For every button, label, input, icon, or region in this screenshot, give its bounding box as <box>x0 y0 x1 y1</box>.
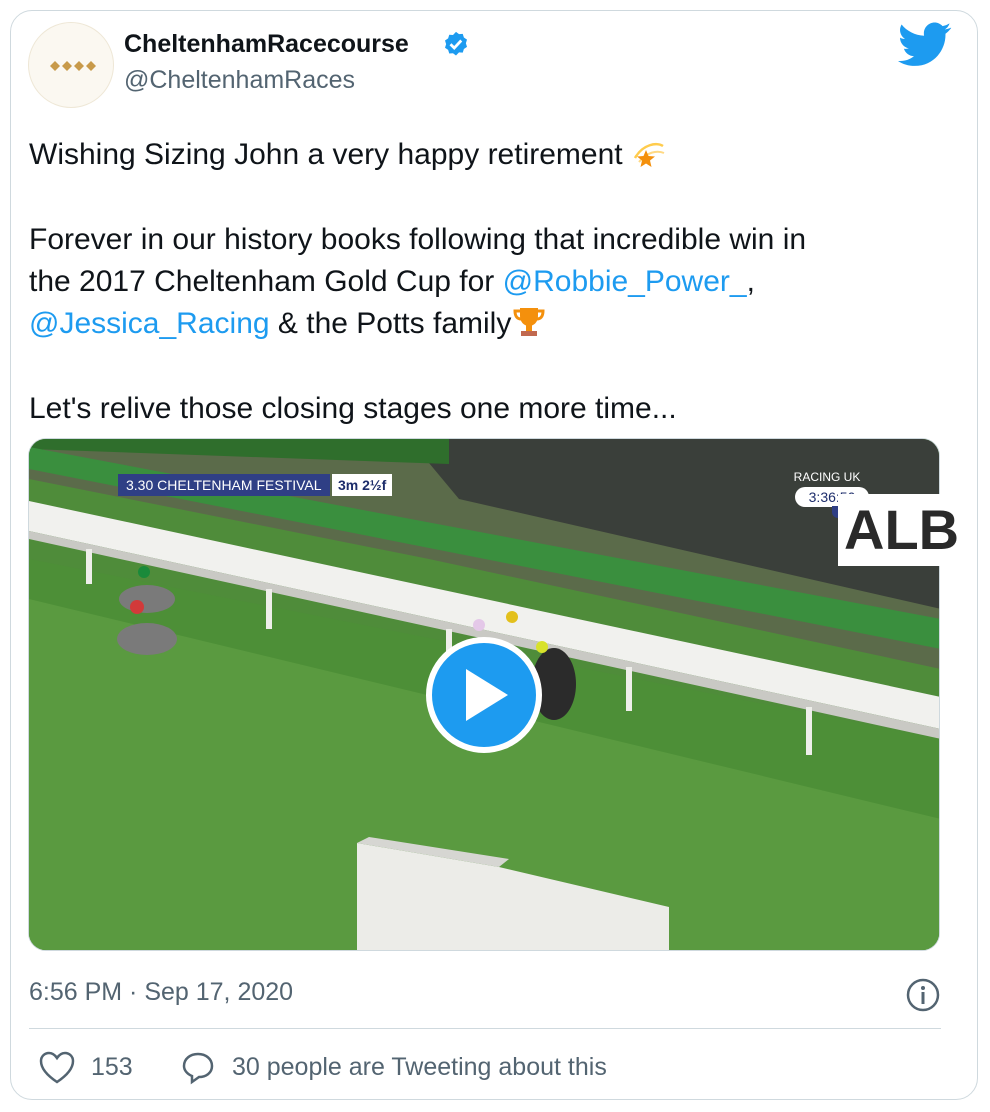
cheltenham-logo-icon <box>50 61 96 71</box>
mention-link[interactable]: @Jessica_Racing <box>29 307 270 340</box>
play-button[interactable] <box>426 637 542 753</box>
author-handle[interactable]: @CheltenhamRaces <box>124 66 355 95</box>
broadcaster-label: RACING UK <box>793 470 861 484</box>
divider <box>29 1028 941 1029</box>
race-overlay-title: 3.30 CHELTENHAM FESTIVAL <box>118 474 330 496</box>
tweet-line-2: Forever in our history books following t… <box>29 223 807 256</box>
dizzy-star-emoji-icon <box>633 142 665 167</box>
tweet-line-1: Wishing Sizing John a very happy retirem… <box>29 134 667 176</box>
mention-link[interactable]: @Robbie_Power_ <box>503 265 747 298</box>
avatar[interactable] <box>28 22 114 108</box>
tweet-text: Wishing Sizing John a very happy retirem… <box>29 138 623 171</box>
race-overlay-distance: 3m 2½f <box>332 474 393 496</box>
tweet-line-3: the 2017 Cheltenham Gold Cup for @Robbie… <box>29 261 755 303</box>
tweet-text: the 2017 Cheltenham Gold Cup for <box>29 265 503 298</box>
play-icon <box>466 669 508 721</box>
tweet-text: , <box>746 265 755 298</box>
tweeting-about-link[interactable]: 30 people are Tweeting about this <box>232 1053 607 1082</box>
tweet-timestamp[interactable]: 6:56 PM · Sep 17, 2020 <box>29 978 293 1007</box>
trackside-board: ALB <box>838 494 959 566</box>
reply-bubble-icon[interactable] <box>180 1050 216 1086</box>
trophy-emoji-icon <box>513 308 545 336</box>
tweet-text: & the Potts family <box>269 307 512 340</box>
info-icon[interactable] <box>905 977 941 1013</box>
author-name[interactable]: CheltenhamRacecourse <box>124 30 409 59</box>
heart-icon[interactable] <box>38 1050 76 1086</box>
verified-badge-icon <box>445 31 467 56</box>
like-count[interactable]: 153 <box>91 1053 133 1082</box>
twitter-bird-icon[interactable] <box>898 22 952 68</box>
tweet-line-4: @Jessica_Racing & the Potts family <box>29 303 547 345</box>
tweet-line-5: Let's relive those closing stages one mo… <box>29 392 677 425</box>
